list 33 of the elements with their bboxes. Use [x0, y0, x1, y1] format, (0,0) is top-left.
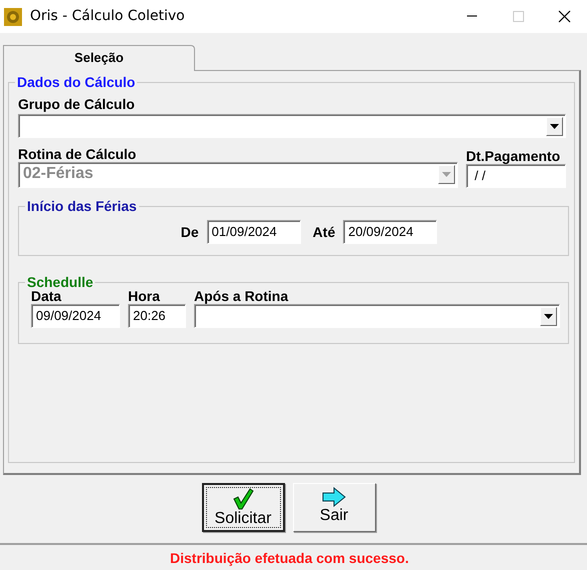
close-icon[interactable]	[558, 10, 570, 23]
status-message: Distribuição efetuada com sucesso.	[170, 548, 409, 568]
group-title: Dados do Cálculo	[16, 74, 136, 90]
dropdown-field[interactable]	[194, 304, 560, 328]
app-icon	[4, 8, 22, 26]
field-label: Após a Rotina	[194, 288, 290, 304]
caret-icon	[442, 172, 451, 177]
field-label: Data	[31, 288, 62, 304]
date-field[interactable]: 09/09/2024	[31, 304, 120, 328]
field-label: Dt.Pagamento	[466, 148, 562, 164]
button[interactable]: Sair	[292, 483, 376, 532]
time-field[interactable]: 20:26	[128, 304, 186, 328]
field-label: Grupo de Cálculo	[18, 96, 136, 112]
check-icon	[232, 488, 254, 510]
dropdown-button[interactable]	[546, 117, 563, 136]
date-field[interactable]: 20/09/2024	[343, 220, 438, 244]
field-label: Até	[312, 224, 336, 240]
dropdown-field[interactable]	[18, 114, 566, 138]
dropdown-button[interactable]	[540, 307, 557, 326]
caret-icon	[550, 124, 559, 129]
window-title: Oris - Cálculo Coletivo	[30, 7, 186, 26]
button[interactable]: Solicitar	[202, 483, 284, 532]
group-title: Início das Férias	[26, 198, 138, 214]
date-field[interactable]: 01/09/2024	[206, 220, 301, 244]
dropdown-field: 02-Férias	[18, 162, 458, 188]
group-title: Schedulle	[26, 274, 94, 290]
field-label: Hora	[128, 288, 161, 304]
tab[interactable]: Seleção	[3, 45, 195, 71]
date-field[interactable]: / /	[466, 164, 566, 188]
field-label: Rotina de Cálculo	[18, 146, 138, 162]
caret-icon	[544, 314, 553, 319]
field-label: De	[180, 224, 199, 240]
arrow-icon	[322, 487, 346, 507]
